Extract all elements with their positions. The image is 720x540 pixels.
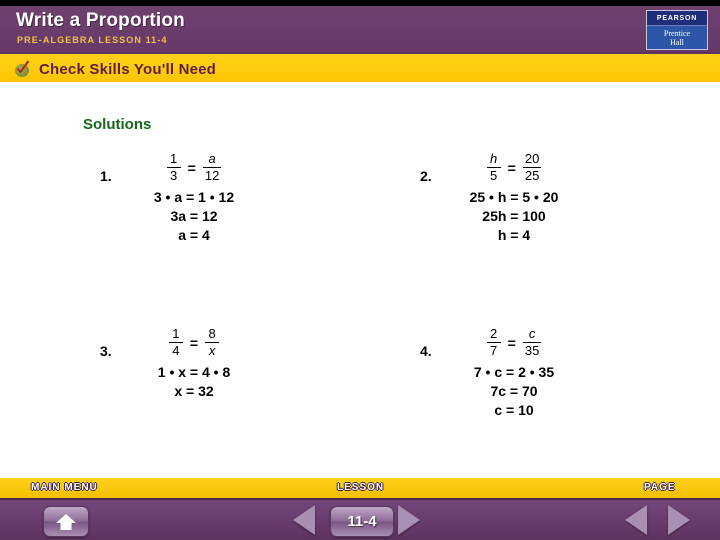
solution-step: h = 4: [497, 227, 531, 244]
solution-step: 1 • x = 4 • 8: [157, 364, 231, 381]
main-menu-label: MAIN MENU: [31, 482, 98, 493]
problem-body: 1 3 = a 12 3 • a = 1 • 12 3a = 12 a = 4: [134, 151, 254, 244]
lesson-previous-button[interactable]: [293, 505, 315, 535]
lesson-label: LESSON: [337, 482, 385, 493]
lesson-next-button[interactable]: [398, 505, 420, 535]
fraction-denominator: 35: [524, 343, 540, 359]
fraction-numerator: h: [490, 151, 498, 166]
fraction-numerator: 2: [490, 326, 498, 341]
proportion-equation: 1 4 = 8 x: [167, 326, 221, 359]
solution-step: 7 • c = 2 • 35: [473, 364, 555, 381]
logo-imprint-line1: Prentice: [663, 28, 691, 38]
fraction-numerator: c: [528, 326, 536, 341]
page-next-button[interactable]: [668, 505, 690, 535]
logo-imprint-line2: Hall: [670, 37, 684, 47]
proportion-equation: 2 7 = c 35: [485, 326, 544, 359]
equals-sign: =: [189, 334, 199, 351]
fraction-denominator: 3: [170, 168, 178, 184]
solutions-heading: Solutions: [83, 116, 152, 133]
problem-number: 3.: [100, 343, 112, 359]
problem-body: 2 7 = c 35 7 • c = 2 • 35 7c = 70 c = 10: [454, 326, 574, 419]
problem-number: 4.: [420, 343, 432, 359]
solution-step: a = 4: [178, 227, 210, 244]
solution-step: 25h = 100: [482, 208, 546, 225]
fraction-numerator: 1: [170, 151, 178, 166]
footer-navigation: 11-4: [0, 500, 720, 540]
problem-item: 2. h 5 = 20 25 25 • h = 5 • 20 25h = 100…: [420, 151, 574, 244]
fraction-right: a 12: [202, 151, 222, 184]
footer-label-bar: MAIN MENU LESSON PAGE: [0, 478, 720, 500]
check-mark-icon: [14, 60, 32, 78]
problem-body: 1 4 = 8 x 1 • x = 4 • 8 x = 32: [134, 326, 254, 400]
fraction-numerator: 1: [172, 326, 180, 341]
solution-step: 3a = 12: [170, 208, 218, 225]
fraction-left: 1 4: [168, 326, 183, 359]
lesson-subtitle: PRE-ALGEBRA LESSON 11-4: [17, 35, 168, 45]
fraction-right: 8 x: [205, 326, 220, 359]
fraction-numerator: 20: [524, 151, 540, 166]
equals-sign: =: [187, 159, 196, 176]
fraction-left: h 5: [486, 151, 501, 184]
slide-content: Solutions 1. 1 3 = a 12 3 • a = 1 • 12 3…: [0, 82, 720, 478]
logo-brand-text: PEARSON: [647, 11, 707, 26]
problem-item: 4. 2 7 = c 35 7 • c = 2 • 35 7c = 70 c =…: [420, 326, 574, 419]
problem-number: 1.: [100, 168, 112, 184]
proportion-equation: 1 3 = a 12: [165, 151, 224, 184]
solution-step: 3 • a = 1 • 12: [153, 189, 235, 206]
equals-sign: =: [507, 334, 516, 351]
proportion-equation: h 5 = 20 25: [485, 151, 544, 184]
solution-step: 7c = 70: [490, 383, 538, 400]
page-title: Write a Proportion: [16, 10, 185, 31]
lesson-number-label: 11-4: [347, 513, 377, 530]
solution-step: c = 10: [494, 402, 534, 419]
fraction-denominator: x: [208, 343, 216, 359]
problem-item: 1. 1 3 = a 12 3 • a = 1 • 12 3a = 12 a =…: [100, 151, 254, 244]
fraction-numerator: 8: [208, 326, 216, 341]
fraction-left: 1 3: [166, 151, 181, 184]
problem-item: 3. 1 4 = 8 x 1 • x = 4 • 8 x = 32: [100, 326, 254, 400]
problem-body: h 5 = 20 25 25 • h = 5 • 20 25h = 100 h …: [454, 151, 574, 244]
check-skills-label: Check Skills You'll Need: [39, 60, 217, 78]
page-label: PAGE: [644, 482, 676, 493]
problem-number: 2.: [420, 168, 432, 184]
check-skills-banner: Check Skills You'll Need: [0, 52, 720, 84]
logo-imprint: Prentice Hall: [647, 26, 707, 49]
lesson-number-button[interactable]: 11-4: [330, 506, 394, 537]
fraction-denominator: 7: [490, 343, 498, 359]
fraction-denominator: 25: [524, 168, 540, 184]
equals-sign: =: [507, 159, 516, 176]
main-menu-home-button[interactable]: [43, 506, 89, 537]
solution-step: x = 32: [174, 383, 214, 400]
fraction-right: c 35: [522, 326, 542, 359]
slide-header: Write a Proportion PRE-ALGEBRA LESSON 11…: [0, 6, 720, 52]
home-icon: [56, 513, 76, 530]
fraction-numerator: a: [208, 151, 216, 166]
fraction-right: 20 25: [522, 151, 542, 184]
fraction-denominator: 4: [172, 343, 180, 359]
page-previous-button[interactable]: [625, 505, 647, 535]
fraction-left: 2 7: [486, 326, 501, 359]
solution-step: 25 • h = 5 • 20: [469, 189, 559, 206]
fraction-denominator: 5: [490, 168, 498, 184]
pearson-prentice-hall-logo: PEARSON Prentice Hall: [646, 10, 708, 50]
fraction-denominator: 12: [204, 168, 220, 184]
